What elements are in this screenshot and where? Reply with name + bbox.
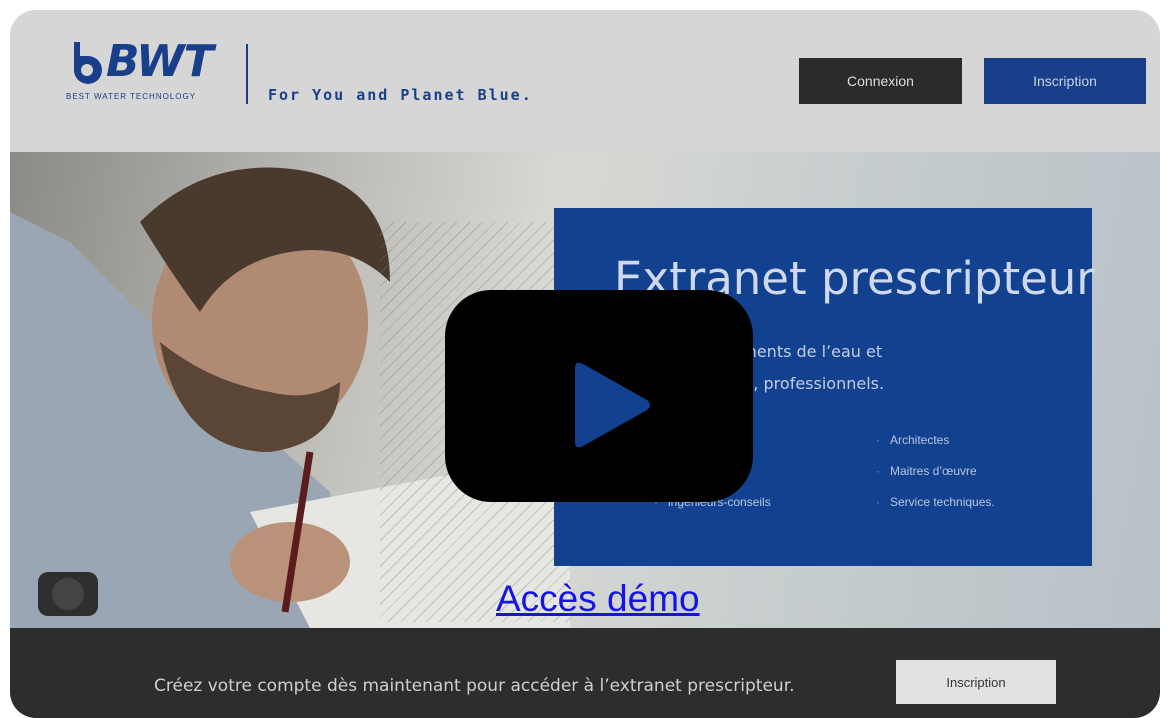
brand-subtitle: BEST WATER TECHNOLOGY	[66, 92, 197, 101]
footer-signup-button[interactable]: Inscription	[896, 660, 1056, 704]
video-thumbnail[interactable]: BWT BEST WATER TECHNOLOGY For You and Pl…	[10, 10, 1160, 718]
play-button[interactable]	[445, 290, 753, 502]
demo-access-link[interactable]: Accès démo	[496, 578, 700, 620]
signup-button[interactable]: Inscription	[984, 58, 1146, 104]
audience-list-right: Architectes Maitres d’œuvre Service tech…	[876, 432, 995, 525]
login-button[interactable]: Connexion	[799, 58, 962, 104]
list-item: Architectes	[876, 432, 995, 448]
bwt-logo[interactable]: BWT BEST WATER TECHNOLOGY For You and Pl…	[66, 36, 546, 120]
water-drop-icon	[74, 42, 102, 84]
footer-cta-text: Créez votre compte dès maintenant pour a…	[154, 676, 795, 696]
logo-divider	[246, 44, 248, 104]
hero-banner: Extranet prescripteur dédié aux traiteme…	[10, 152, 1160, 628]
list-item: Service techniques.	[876, 494, 995, 510]
signup-footer-bar: Créez votre compte dès maintenant pour a…	[10, 628, 1160, 718]
play-icon	[575, 362, 650, 448]
site-header: BWT BEST WATER TECHNOLOGY For You and Pl…	[10, 10, 1160, 152]
brand-name: BWT	[106, 36, 214, 87]
list-item: Maitres d’œuvre	[876, 463, 995, 479]
tagline: For You and Planet Blue.	[268, 86, 533, 104]
